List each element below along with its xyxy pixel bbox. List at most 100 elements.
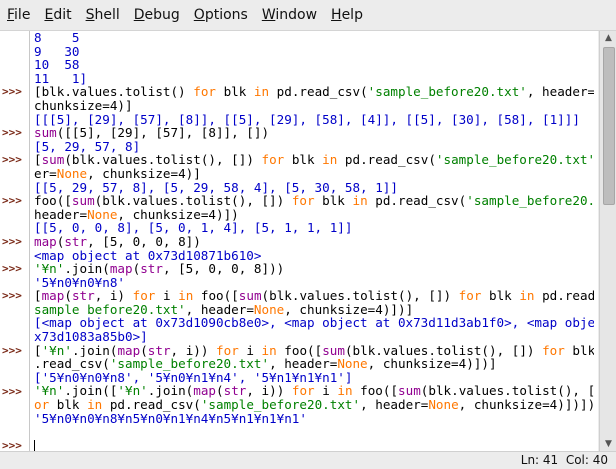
scroll-up-arrow-icon[interactable]: ▲ <box>600 31 616 45</box>
code-token: 'sample_before20.txt' <box>466 194 594 208</box>
shell-prompt: >>> <box>2 289 22 303</box>
code-token: (blk.values.tolist(), []) <box>344 343 543 358</box>
shell-output-area[interactable]: >>> >>> >>> >>> >>> >>> >>> >>> >>> >>> 8 59 30 10… <box>0 31 598 451</box>
text-cursor <box>34 439 35 451</box>
shell-prompt: >>> <box>2 153 22 167</box>
code-token: str <box>140 262 163 276</box>
code-token: for <box>291 194 315 208</box>
code-token: (blk.values.tolist(), []) <box>94 194 292 208</box>
code-token: in <box>87 398 103 412</box>
code-token: [[5, 29, 57, 8], [5, 29, 58, 4], [5, 30,… <box>34 180 398 195</box>
code-token: ([[5], [29], [57], [8]], []) <box>56 126 270 140</box>
code-token: None <box>56 166 88 181</box>
scrollbar-thumb[interactable] <box>603 47 615 205</box>
shell-prompt: >>> <box>2 262 22 276</box>
code-token: [5, 29, 57, 8] <box>34 139 141 154</box>
code-token: 'sample_before20.txt' <box>109 357 270 371</box>
code-token: ( <box>216 384 224 399</box>
code-token: for <box>216 343 239 358</box>
shell-output-line: 8 5 <box>34 31 594 45</box>
shell-prompt: >>> <box>2 235 22 248</box>
code-token: map <box>193 384 217 399</box>
code-token: i <box>155 289 179 303</box>
code-token: or <box>34 398 50 412</box>
code-token: sum <box>71 194 95 208</box>
shell-output-line: x73d1083a85b0>] <box>34 330 594 344</box>
code-token: [<map object at 0x73d1090cb8e0>, <map ob… <box>34 316 594 331</box>
code-token: , [5, 0, 0, 8]) <box>87 234 201 249</box>
vertical-scrollbar[interactable]: ▲ ▼ <box>599 31 616 451</box>
menu-options[interactable]: Options <box>187 0 255 30</box>
code-token: in <box>322 153 338 167</box>
code-token: , i) <box>94 289 133 303</box>
code-token: blk <box>572 343 594 358</box>
shell-output-line: '5¥n0¥n0¥n8' <box>34 276 594 290</box>
shell-input-line: '¥n'.join(['¥n'.join(map(str, i)) for i … <box>34 384 594 398</box>
code-token: 11 1] <box>34 71 88 86</box>
code-token: [blk.values.tolist() <box>34 85 194 99</box>
shell-input-line: ['¥n'.join(map(str, i)) for i in foo([su… <box>34 344 594 358</box>
shell-prompt: >>> <box>2 85 22 99</box>
menu-file[interactable]: File <box>0 0 37 30</box>
code-token: , chunksize=4)])] <box>367 357 497 371</box>
shell-input-line: [map(str, i) for i in foo([sum(blk.value… <box>34 289 594 303</box>
code-token: foo([ <box>193 289 239 303</box>
code-token: ['5¥n0¥n0¥n8', '5¥n0¥n1¥n4', '5¥n1¥n1¥n1… <box>34 370 353 385</box>
code-token: i <box>238 343 262 358</box>
menu-shell[interactable]: Shell <box>79 0 127 30</box>
shell-input-line: '¥n'.join(map(str, [5, 0, 0, 8])) <box>34 262 594 276</box>
menu-window[interactable]: Window <box>255 0 324 30</box>
code-token: None <box>428 398 459 412</box>
code-token: for <box>132 289 156 303</box>
menu-edit[interactable]: Edit <box>37 0 78 30</box>
code-token: er= <box>34 166 57 181</box>
scroll-down-arrow-icon[interactable]: ▼ <box>600 437 616 451</box>
code-token: sum <box>398 384 421 399</box>
code-token: in <box>337 384 353 399</box>
code-token: str <box>223 384 247 399</box>
shell-prompt: >>> <box>2 343 22 357</box>
menu-debug[interactable]: Debug <box>127 0 187 30</box>
code-token: pd.read_csv( <box>337 153 436 167</box>
shell-input-line: [sum(blk.values.tolist(), []) for blk in… <box>34 153 594 167</box>
code-token: pd.read_csv( <box>542 289 594 303</box>
shell-input-line: [blk.values.tolist() for blk in pd.read_… <box>34 85 594 99</box>
code-token: for <box>261 153 285 167</box>
shell-output-line: [<map object at 0x73d1090cb8e0>, <map ob… <box>34 316 594 330</box>
shell-output-line: [[5, 0, 0, 8], [5, 0, 1, 4], [5, 1, 1, 1… <box>34 221 594 235</box>
code-token: , header= <box>185 302 254 317</box>
shell-output-line: ['5¥n0¥n0¥n8', '5¥n0¥n1¥n4', '5¥n1¥n1¥n1… <box>34 371 594 385</box>
shell-text[interactable]: 8 59 30 10 58 11 1] [blk.values.tolist() fo… <box>34 31 594 451</box>
shell-output-line: 9 30 <box>34 45 594 59</box>
prompt-gutter: >>> >>> >>> >>> >>> >>> >>> >>> >>> >>> <box>0 31 30 451</box>
code-token: pd.read_csv( <box>367 194 467 208</box>
code-token: [ <box>34 153 42 167</box>
shell-input-line: sum([[5], [29], [57], [8]], []) <box>34 126 594 140</box>
code-token: '¥n' <box>34 262 65 276</box>
code-token: '5¥n0¥n0¥n8¥n5¥n0¥n1¥n4¥n5¥n1¥n1¥n1' <box>34 411 307 426</box>
code-token: map <box>41 289 65 303</box>
code-token: 10 58 <box>34 58 80 72</box>
code-token: map <box>34 234 57 249</box>
shell-prompt: >>> <box>2 384 22 398</box>
shell-prompt: >>> <box>2 194 22 208</box>
menu-help[interactable]: Help <box>324 0 370 30</box>
code-token: str <box>147 343 171 358</box>
code-token: .join( <box>147 384 194 399</box>
code-token: [[5, 0, 0, 8], [5, 0, 1, 4], [5, 1, 1, 1… <box>34 221 353 235</box>
code-token: '¥n' <box>117 384 148 399</box>
code-token: (blk.values.tolist(), []) <box>64 153 262 167</box>
code-token: '5¥n0¥n0¥n8' <box>34 275 125 290</box>
code-token: , chunksize=4)] <box>87 166 201 181</box>
code-token: in <box>519 289 535 303</box>
code-token: , i)) <box>246 384 292 399</box>
shell-output-line: <map object at 0x73d10871b610> <box>34 249 594 263</box>
code-token: pd.read_csv( <box>102 398 201 412</box>
shell-output-line: or blk in pd.read_csv('sample_before20.t… <box>34 398 594 412</box>
code-token: for <box>193 85 216 99</box>
code-token: header= <box>34 207 88 222</box>
code-token: blk <box>481 289 520 303</box>
code-token: 'sample_before20.txt' <box>200 398 361 412</box>
code-token: in <box>261 343 277 358</box>
code-token: map <box>109 262 133 276</box>
